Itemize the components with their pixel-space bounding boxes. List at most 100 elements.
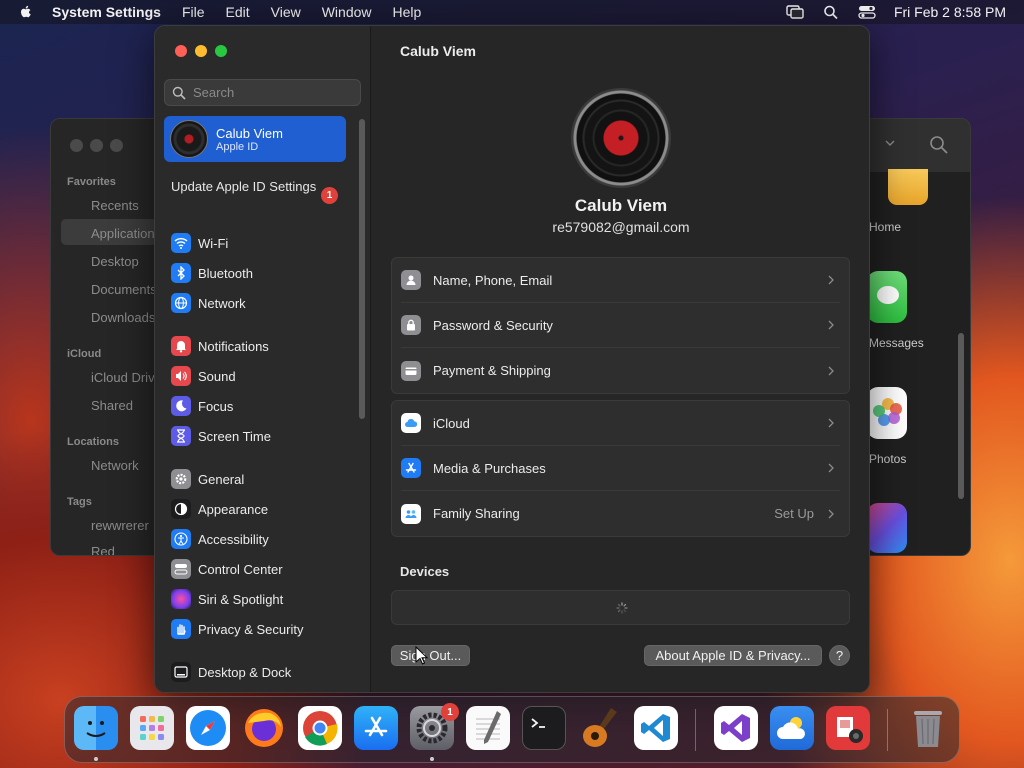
sidebar-item-label: Privacy & Security [198, 621, 304, 637]
row-label: Payment & Shipping [433, 363, 551, 378]
textedit-dock-icon[interactable] [466, 706, 510, 750]
finder-content: Home Messages Photos [867, 169, 970, 555]
weather-dock-icon[interactable] [770, 706, 814, 750]
spotlight-search-icon[interactable] [822, 4, 840, 20]
chevron-right-icon [828, 275, 834, 285]
sidebar-item-bluetooth[interactable]: Bluetooth [171, 261, 253, 285]
sidebar-scrollbar[interactable] [359, 119, 365, 419]
menu-app-name[interactable]: System Settings [52, 4, 161, 20]
settings-sidebar: Calub Viem Apple ID Update Apple ID Sett… [155, 26, 371, 692]
home-app-icon[interactable] [888, 169, 928, 205]
menu-view[interactable]: View [271, 4, 301, 20]
sidebar-item-update-apple-id[interactable]: Update Apple ID Settings [171, 179, 341, 195]
sidebar-item-label: Sound [198, 368, 236, 384]
menu-bar: System Settings File Edit View Window He… [0, 0, 1024, 24]
sidebar-item-label: General [198, 471, 245, 487]
row-label: Name, Phone, Email [433, 272, 553, 288]
search-input[interactable] [193, 85, 353, 100]
sidebar-item-sound[interactable]: Sound [171, 364, 236, 388]
help-button[interactable]: ? [829, 645, 850, 666]
finder-item-desktop[interactable]: Desktop [91, 254, 139, 269]
finder-item-network[interactable]: Network [91, 458, 139, 473]
trash-dock-icon[interactable] [906, 706, 950, 750]
finder-dock-icon[interactable] [74, 706, 118, 750]
row-password-security[interactable]: Password & Security [401, 303, 840, 348]
finder-item-recents[interactable]: Recents [91, 198, 139, 213]
finder-close-light[interactable] [70, 139, 83, 152]
terminal-dock-icon[interactable] [522, 706, 566, 750]
apple-logo-icon[interactable] [18, 4, 34, 20]
chrome-dock-icon[interactable] [298, 706, 342, 750]
sidebar-item-accessibility[interactable]: Accessibility [171, 527, 269, 551]
menu-edit[interactable]: Edit [226, 4, 250, 20]
finder-zoom-light[interactable] [110, 139, 123, 152]
minimize-button[interactable] [195, 45, 207, 57]
garageband-dock-icon[interactable] [578, 706, 622, 750]
finder-tag-red[interactable]: Red [91, 544, 115, 555]
sidebar-item-general[interactable]: General [171, 467, 244, 491]
sidebar-item-network[interactable]: Network [171, 291, 246, 315]
visual-studio-dock-icon[interactable] [714, 706, 758, 750]
chevron-down-icon[interactable] [885, 139, 895, 147]
sidebar-item-label: Accessibility [198, 531, 269, 547]
row-family-sharing[interactable]: Family Sharing Set Up [401, 491, 840, 536]
contact-icon [401, 270, 421, 290]
sidebar-item-focus[interactable]: Focus [171, 394, 233, 418]
finder-item-shared[interactable]: Shared [91, 398, 133, 413]
finder-item-icloud-drive[interactable]: iCloud Drive [91, 370, 162, 385]
app-store-dock-icon[interactable] [354, 706, 398, 750]
sidebar-item-screen-time[interactable]: Screen Time [171, 424, 271, 448]
finder-minimize-light[interactable] [90, 139, 103, 152]
control-center-menu-icon[interactable] [858, 4, 876, 20]
menu-help[interactable]: Help [393, 4, 422, 20]
finder-scrollbar[interactable] [958, 333, 964, 499]
finder-running-indicator [94, 757, 98, 761]
launchpad-dock-icon[interactable] [130, 706, 174, 750]
sidebar-item-label: Network [198, 295, 246, 311]
row-label: iCloud [433, 415, 470, 431]
photos-app-label: Photos [869, 452, 907, 466]
zoom-button[interactable] [215, 45, 227, 57]
finder-item-documents[interactable]: Documents [91, 282, 157, 297]
sign-out-button[interactable]: Sign Out... [391, 645, 470, 666]
vscode-dock-icon[interactable] [634, 706, 678, 750]
services-group: iCloud Media & Purchases Family Sharing … [391, 400, 850, 537]
close-button[interactable] [175, 45, 187, 57]
loading-spinner-icon [616, 602, 628, 614]
row-name-phone-email[interactable]: Name, Phone, Email [401, 258, 840, 303]
photos-app-icon[interactable] [867, 387, 907, 439]
about-apple-id-privacy-button[interactable]: About Apple ID & Privacy... [644, 645, 822, 666]
sidebar-item-siri-spotlight[interactable]: Siri & Spotlight [171, 587, 283, 611]
finder-item-applications[interactable]: Applications [91, 226, 161, 241]
sidebar-search[interactable] [164, 79, 361, 106]
row-media-purchases[interactable]: Media & Purchases [401, 446, 840, 491]
menu-window[interactable]: Window [322, 4, 372, 20]
firefox-dock-icon[interactable] [242, 706, 286, 750]
moon-icon [171, 396, 191, 416]
sidebar-item-appearance[interactable]: Appearance [171, 497, 268, 521]
photo-booth-dock-icon[interactable] [826, 706, 870, 750]
row-icloud[interactable]: iCloud [401, 401, 840, 446]
icloud-icon [401, 413, 421, 433]
sidebar-item-privacy-security[interactable]: Privacy & Security [171, 617, 303, 641]
menu-file[interactable]: File [182, 4, 205, 20]
row-payment-shipping[interactable]: Payment & Shipping [401, 348, 840, 393]
sidebar-item-apple-id[interactable]: Calub Viem Apple ID [164, 116, 346, 162]
sidebar-item-desktop-dock[interactable]: Desktop & Dock [171, 660, 291, 684]
shortcuts-app-icon[interactable] [867, 503, 907, 553]
sidebar-item-wifi[interactable]: Wi-Fi [171, 231, 228, 255]
sidebar-item-label: Desktop & Dock [198, 664, 292, 680]
screen-mirroring-icon[interactable] [786, 4, 804, 20]
finder-item-downloads[interactable]: Downloads [91, 310, 155, 325]
sidebar-item-notifications[interactable]: Notifications [171, 334, 269, 358]
profile-picture[interactable] [571, 88, 671, 188]
bell-icon [171, 336, 191, 356]
account-name: Calub Viem [574, 196, 668, 215]
messages-app-label: Messages [869, 336, 924, 350]
safari-dock-icon[interactable] [186, 706, 230, 750]
sidebar-item-control-center[interactable]: Control Center [171, 557, 283, 581]
finder-tag-rewwrerer[interactable]: rewwrerer [91, 518, 149, 533]
menu-clock[interactable]: Fri Feb 2 8:58 PM [894, 4, 1006, 20]
messages-app-icon[interactable] [867, 271, 907, 323]
search-icon[interactable] [929, 135, 949, 155]
